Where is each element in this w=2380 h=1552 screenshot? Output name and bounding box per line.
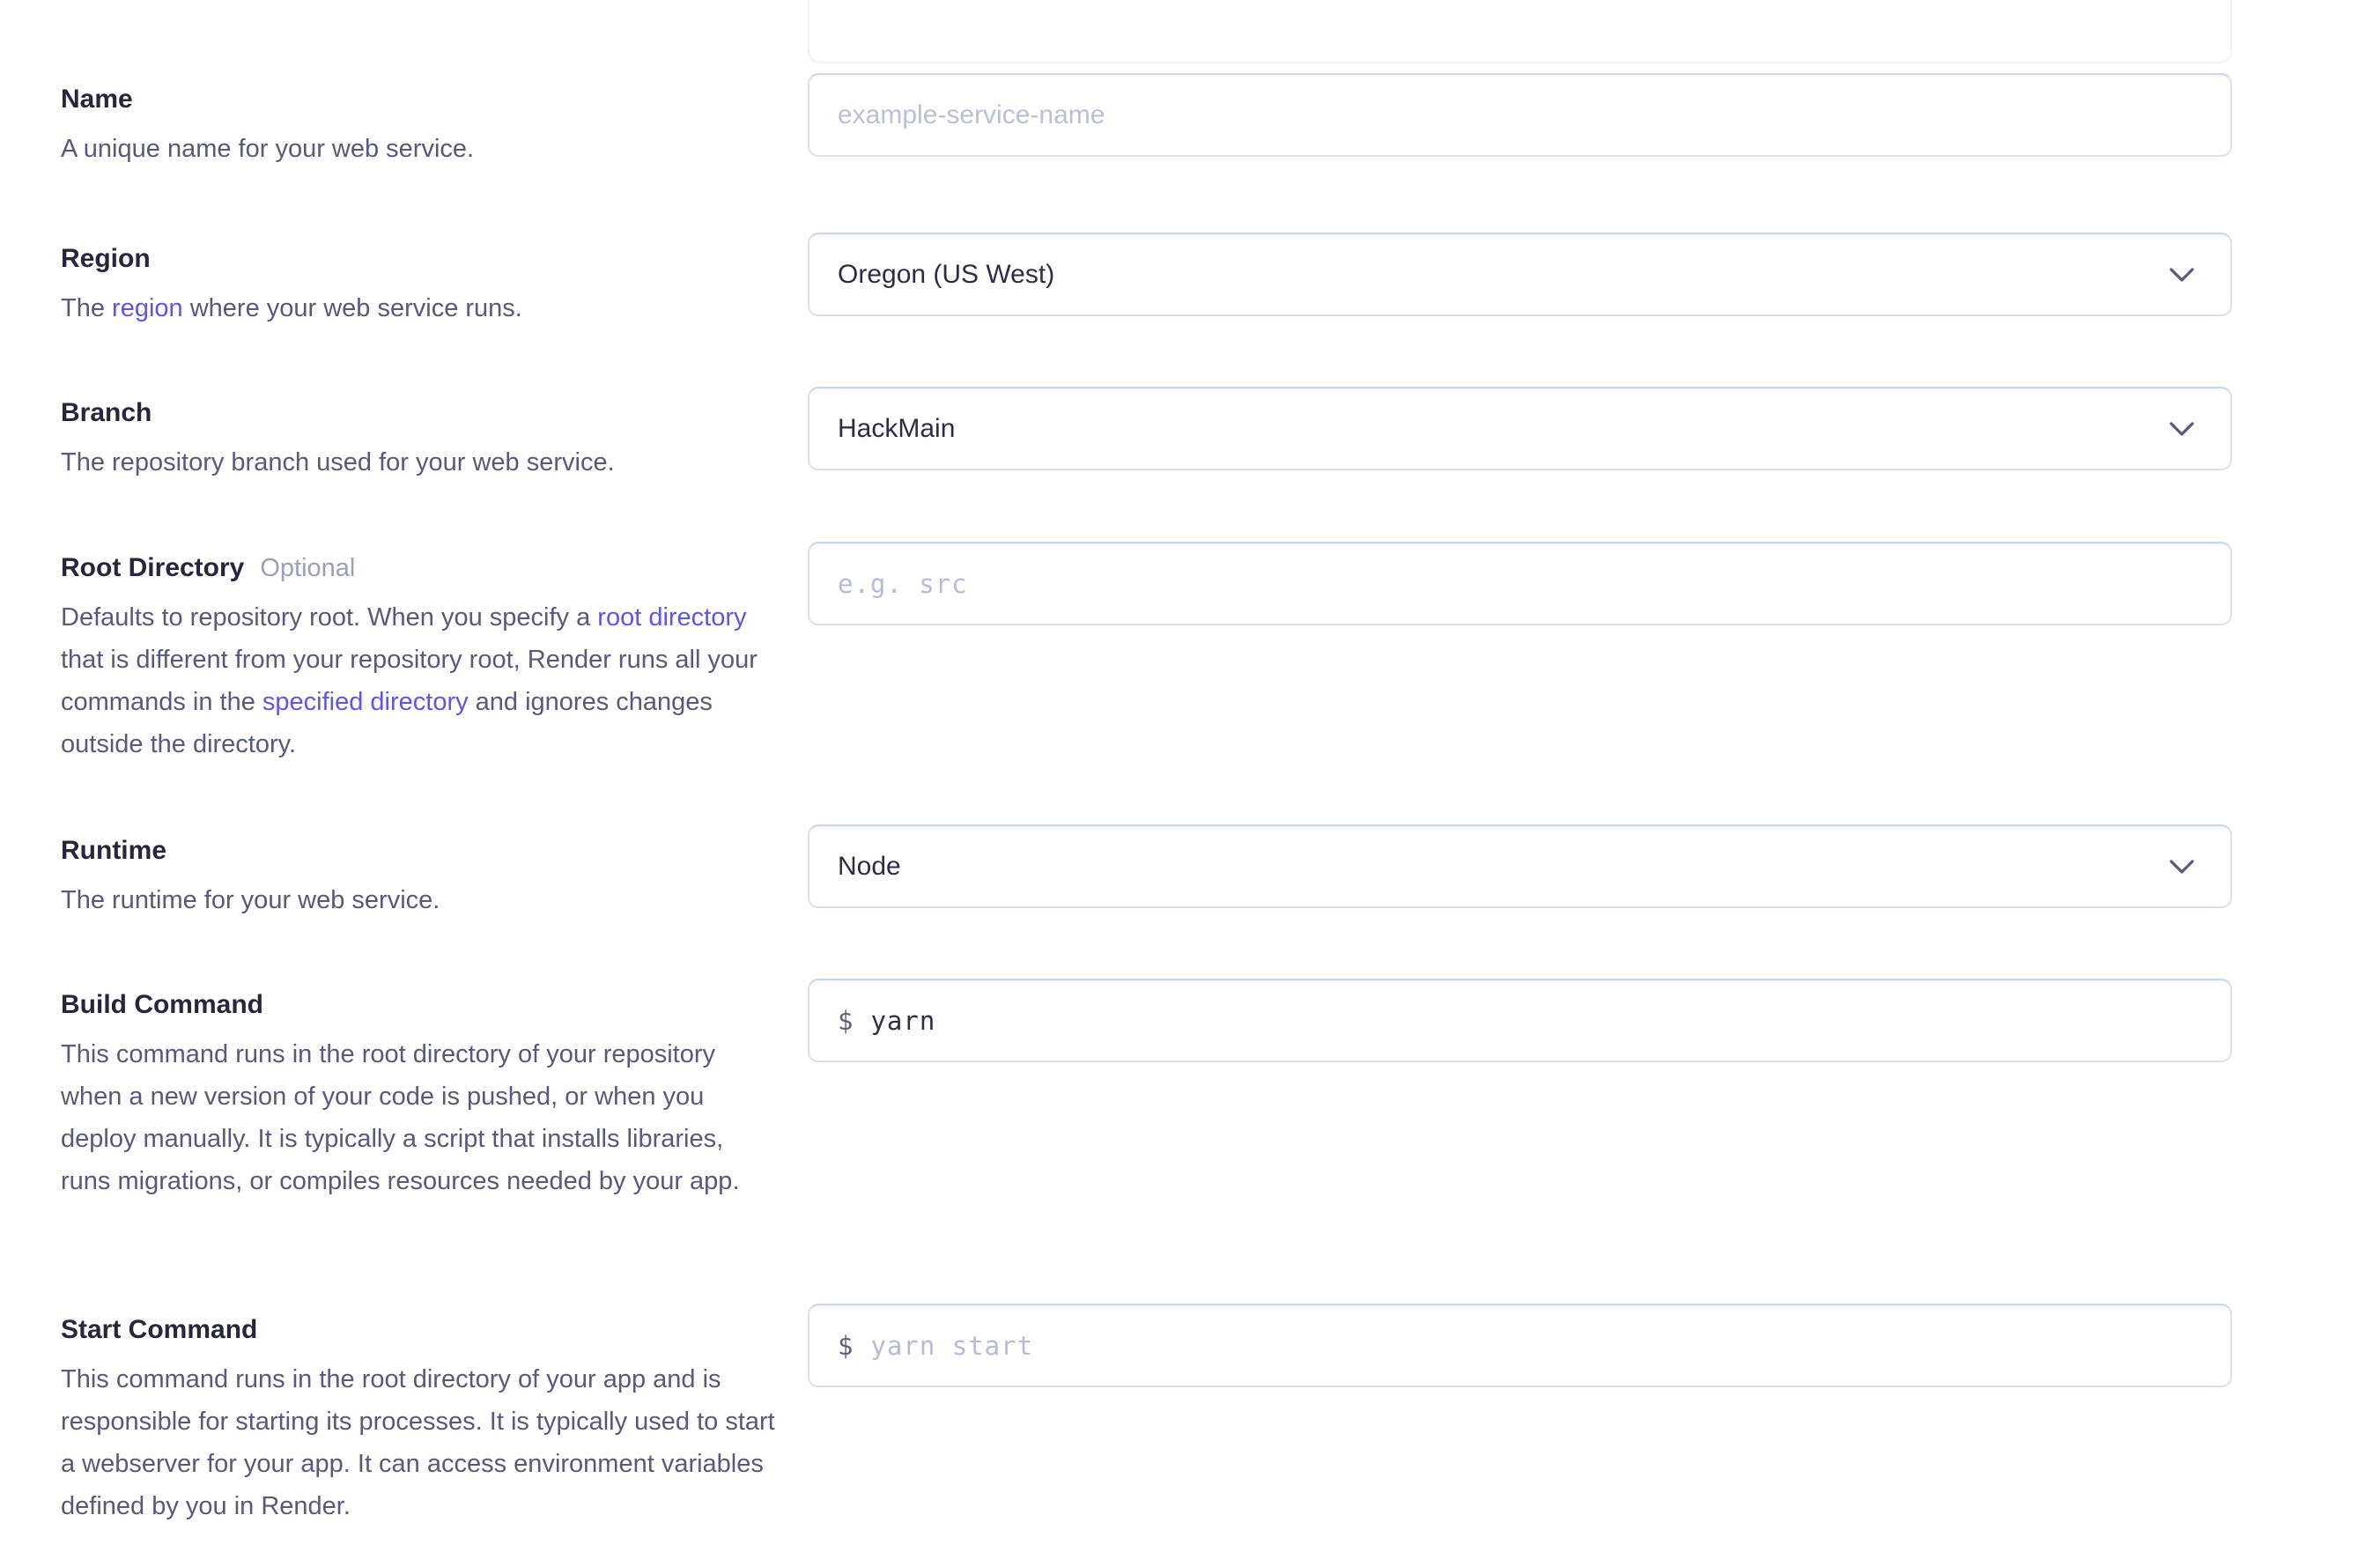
chevron-down-icon xyxy=(2169,267,2195,283)
field-row-runtime: Runtime The runtime for your web service… xyxy=(61,824,2232,921)
start-command-description: This command runs in the root directory … xyxy=(61,1358,776,1527)
optional-badge: Optional xyxy=(260,554,355,582)
shell-prompt-prefix: $ xyxy=(838,1006,853,1036)
region-docs-link[interactable]: region xyxy=(112,294,183,322)
field-row-build-command: Build Command This command runs in the r… xyxy=(61,979,2232,1202)
field-row-name: Name A unique name for your web service. xyxy=(61,73,2232,170)
runtime-select-value: Node xyxy=(838,852,901,882)
runtime-label: Runtime xyxy=(61,836,166,865)
region-select[interactable]: Oregon (US West) xyxy=(808,233,2232,316)
branch-select[interactable]: HackMain xyxy=(808,387,2232,470)
start-command-field: $ xyxy=(808,1304,2232,1387)
region-description: The region where your web service runs. xyxy=(61,287,776,329)
branch-select-value: HackMain xyxy=(838,414,955,444)
chevron-down-icon xyxy=(2169,421,2195,437)
field-row-root-directory: Root Directory Optional Defaults to repos… xyxy=(61,542,2232,765)
build-command-field: $ xyxy=(808,979,2232,1062)
name-label: Name xyxy=(61,85,133,114)
root-directory-label: Root Directory xyxy=(61,553,244,582)
runtime-select[interactable]: Node xyxy=(808,824,2232,908)
specified-directory-docs-link[interactable]: specified directory xyxy=(262,688,469,716)
region-label: Region xyxy=(61,244,151,273)
field-row-branch: Branch The repository branch used for yo… xyxy=(61,387,2232,484)
field-row-region: Region The region where your web service… xyxy=(61,233,2232,329)
root-directory-description: Defaults to repository root. When you sp… xyxy=(61,596,776,765)
region-select-value: Oregon (US West) xyxy=(838,260,1054,290)
name-input[interactable] xyxy=(808,73,2232,157)
field-row-start-command: Start Command This command runs in the r… xyxy=(61,1304,2232,1527)
shell-prompt-prefix: $ xyxy=(838,1331,853,1361)
root-directory-input[interactable] xyxy=(808,542,2232,625)
branch-label: Branch xyxy=(61,398,152,427)
build-command-label: Build Command xyxy=(61,990,263,1019)
chevron-down-icon xyxy=(2169,859,2195,875)
branch-description: The repository branch used for your web … xyxy=(61,441,776,484)
web-service-settings-form: Name A unique name for your web service.… xyxy=(0,0,2380,1552)
start-command-input[interactable] xyxy=(870,1307,2202,1385)
build-command-input[interactable] xyxy=(870,982,2202,1060)
start-command-label: Start Command xyxy=(61,1315,257,1344)
previous-field-bottom-edge xyxy=(808,0,2232,63)
root-directory-docs-link[interactable]: root directory xyxy=(597,603,746,632)
build-command-description: This command runs in the root directory … xyxy=(61,1033,776,1202)
name-description: A unique name for your web service. xyxy=(61,128,776,170)
runtime-description: The runtime for your web service. xyxy=(61,879,776,921)
